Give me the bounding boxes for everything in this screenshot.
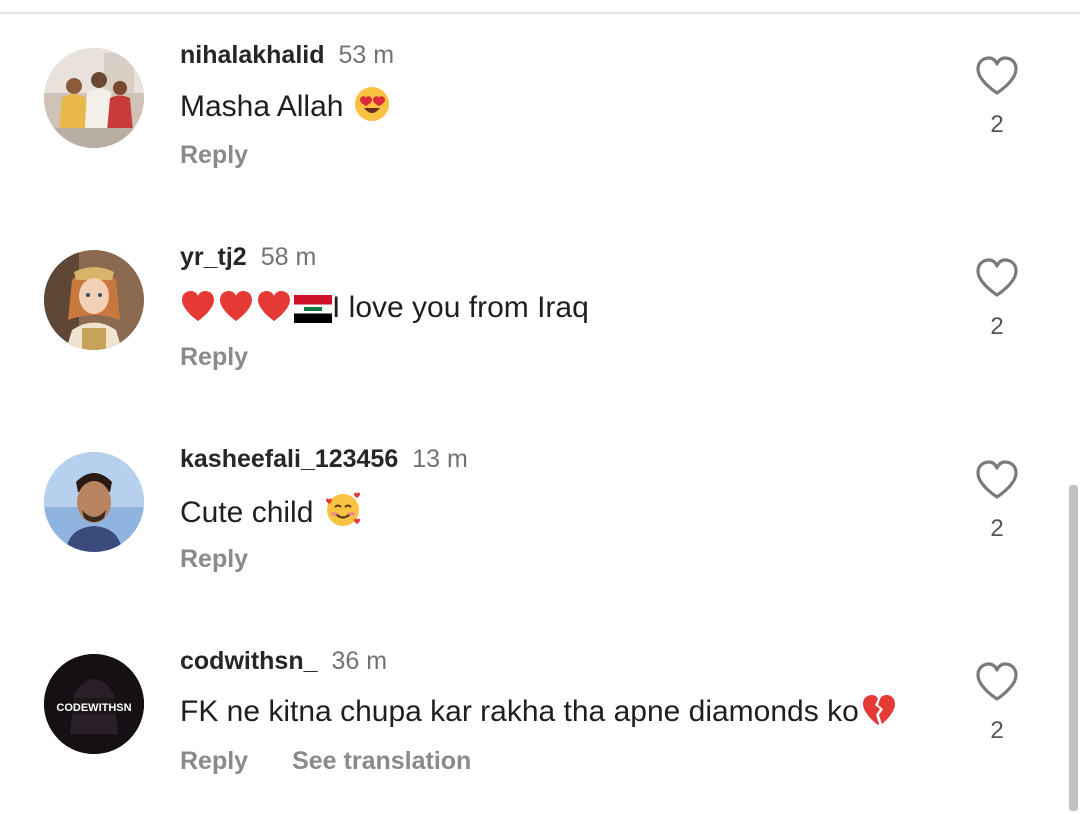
see-translation-button[interactable]: See translation [292,747,471,775]
smiling-face-with-hearts-emoji-icon [324,490,362,539]
like-count: 2 [990,515,1004,542]
heart-outline-icon[interactable] [975,460,1019,500]
comment-actions: Reply [180,544,248,574]
iraq-flag-icon [294,294,332,334]
comment-meta: yr_tj2 58 m [180,242,316,272]
comment-text: Masha Allah [180,86,390,133]
heart-outline-icon[interactable] [975,258,1019,298]
comment-text: I love you from Iraq [180,288,589,334]
red-heart-emoji-icon [218,289,254,334]
like-count: 2 [990,111,1004,138]
top-divider [0,12,1080,14]
reply-button[interactable]: Reply [180,747,248,775]
scrollbar[interactable] [1069,485,1078,811]
timestamp: 36 m [331,647,388,675]
comment-text: Cute child [180,490,362,539]
like-control: 2 [970,662,1024,745]
comment-text-body: I love you from Iraq [332,291,589,324]
comment-item: yr_tj2 58 m I love you from Iraq Reply 2 [0,230,1060,410]
like-count: 2 [990,313,1004,340]
comment-meta: nihalakhalid 53 m [180,40,394,70]
comment-text: FK ne kitna chupa kar rakha tha apne dia… [180,692,897,738]
avatar[interactable]: CODEWITHSN [44,654,144,754]
avatar[interactable] [44,250,144,350]
username[interactable]: nihalakhalid [180,41,324,69]
like-control: 2 [970,258,1024,341]
comment-item: kasheefali_123456 13 m Cute child Reply 2 [0,432,1060,612]
reply-button[interactable]: Reply [180,343,248,371]
avatar-label: CODEWITHSN [56,702,131,714]
heart-outline-icon[interactable] [975,662,1019,702]
comment-actions: Reply See translation [180,746,471,776]
comment-meta: kasheefali_123456 13 m [180,444,468,474]
username[interactable]: kasheefali_123456 [180,445,398,473]
timestamp: 13 m [412,445,468,473]
like-count: 2 [990,717,1004,744]
heart-eyes-emoji-icon [354,86,390,133]
comment-item: CODEWITHSN codwithsn_ 36 m FK ne kitna ch… [0,634,1060,814]
red-heart-emoji-icon [256,289,292,334]
reply-button[interactable]: Reply [180,141,248,169]
comment-actions: Reply [180,140,248,170]
timestamp: 58 m [260,243,317,271]
heart-outline-icon[interactable] [975,56,1019,96]
reply-button[interactable]: Reply [180,545,248,573]
username[interactable]: codwithsn_ [180,647,318,675]
comment-actions: Reply [180,342,248,372]
avatar[interactable] [44,48,144,148]
comment-item: nihalakhalid 53 m Masha Allah Reply 2 [0,28,1060,208]
timestamp: 53 m [338,41,395,69]
username[interactable]: yr_tj2 [180,243,247,271]
avatar[interactable] [44,452,144,552]
comment-text-body: Cute child [180,496,322,529]
comment-meta: codwithsn_ 36 m [180,646,387,676]
like-control: 2 [970,460,1024,543]
comment-text-body: FK ne kitna chupa kar rakha tha apne dia… [180,695,859,728]
broken-heart-emoji-icon [861,693,897,738]
red-heart-emoji-icon [180,289,216,334]
comment-text-body: Masha Allah [180,90,352,123]
like-control: 2 [970,56,1024,139]
